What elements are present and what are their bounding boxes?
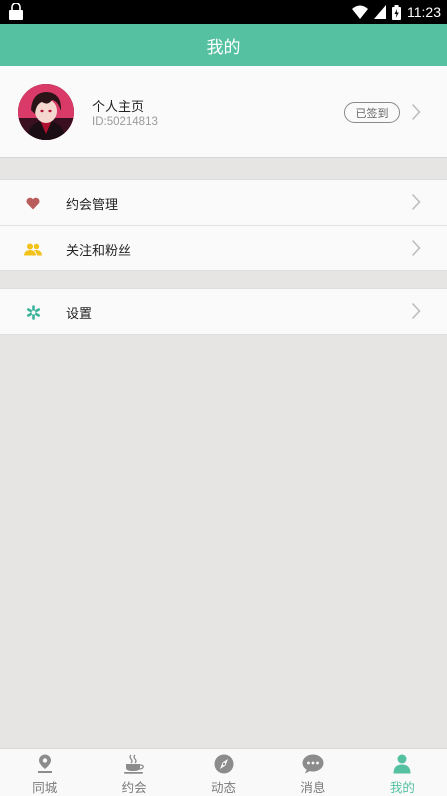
chevron-right-icon: [411, 193, 421, 211]
avatar[interactable]: [18, 84, 74, 140]
page-title: 我的: [206, 37, 241, 58]
app-bar: 我的: [0, 24, 447, 66]
menu-item-label: 设置: [66, 307, 93, 322]
clock: 11:23: [407, 4, 441, 20]
menu-group-primary: 约会管理 关注和粉丝: [0, 179, 447, 271]
signed-in-badge[interactable]: 已签到: [344, 102, 400, 123]
person-icon: [391, 753, 413, 775]
menu-item-label: 关注和粉丝: [66, 244, 132, 259]
tab-label: 我的: [389, 780, 415, 795]
profile-id: ID:50214813: [92, 116, 158, 128]
tab-label: 约会: [121, 780, 147, 795]
menu-item-date-management[interactable]: 约会管理: [0, 180, 447, 225]
battery-icon: [392, 4, 401, 20]
tab-label: 消息: [300, 780, 326, 795]
heart-icon: [24, 194, 42, 212]
tab-dating[interactable]: 约会: [89, 749, 178, 796]
chat-bubble-icon: [302, 753, 324, 775]
bottom-tab-bar: 同城 约会 动态 消息 我的: [0, 748, 447, 796]
menu-item-follow-and-fans[interactable]: 关注和粉丝: [0, 225, 447, 270]
wifi-icon: [352, 5, 368, 19]
chevron-right-icon: [411, 103, 421, 121]
tab-me[interactable]: 我的: [358, 749, 447, 796]
compass-icon: [213, 753, 235, 775]
chevron-right-icon: [411, 239, 421, 257]
chevron-right-icon: [411, 302, 421, 320]
location-pin-icon: [34, 753, 56, 775]
users-icon: [24, 240, 42, 258]
menu-item-label: 约会管理: [66, 198, 119, 213]
menu-item-settings[interactable]: 设置: [0, 289, 447, 334]
status-bar: 11:23: [0, 0, 447, 24]
tab-messages[interactable]: 消息: [268, 749, 357, 796]
profile-card[interactable]: 个人主页 ID:50214813 已签到: [0, 66, 447, 158]
notification-icon: [9, 3, 23, 20]
profile-name: 个人主页: [92, 100, 145, 115]
tab-feed[interactable]: 动态: [179, 749, 268, 796]
tab-label: 同城: [32, 780, 58, 795]
coffee-cup-icon: [123, 753, 145, 775]
gear-icon: [24, 303, 42, 321]
tab-label: 动态: [211, 780, 237, 795]
tab-nearby[interactable]: 同城: [0, 749, 89, 796]
menu-group-settings: 设置: [0, 288, 447, 335]
signal-icon: [374, 5, 386, 19]
